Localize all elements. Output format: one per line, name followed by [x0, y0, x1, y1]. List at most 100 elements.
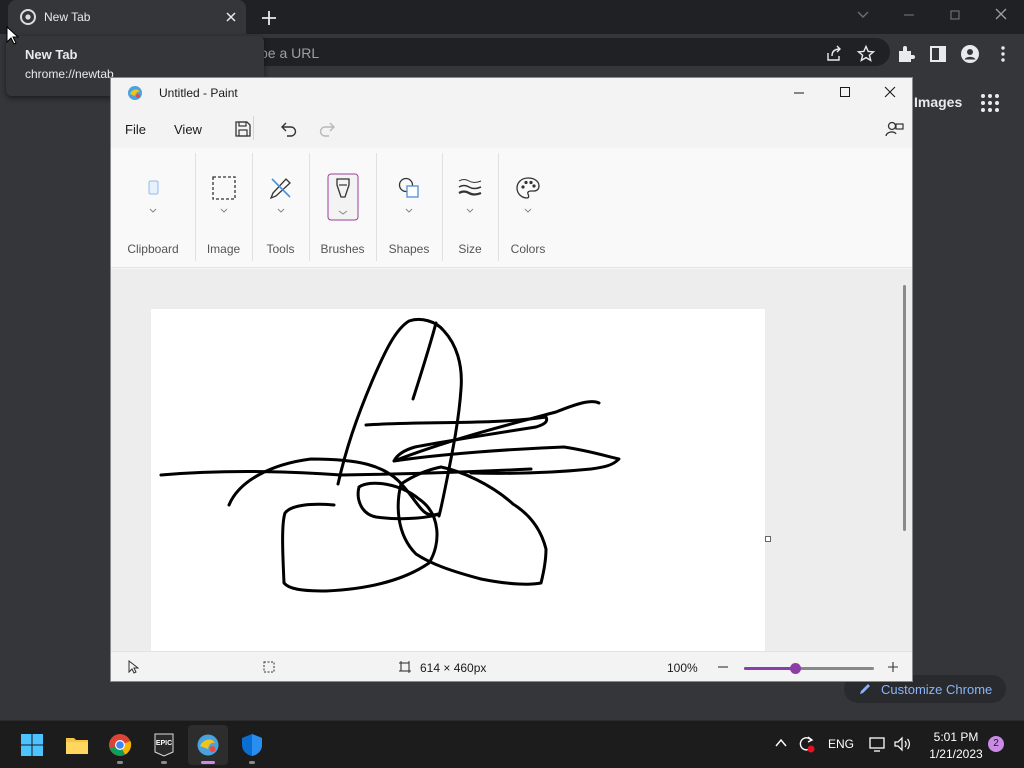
- chevron-down-icon: [219, 207, 229, 215]
- ribbon-group-tools[interactable]: Tools: [252, 149, 309, 268]
- share-icon[interactable]: [824, 44, 844, 64]
- windows-security-taskbar-button[interactable]: [232, 725, 272, 765]
- ribbon-group-brushes[interactable]: Brushes: [309, 149, 376, 268]
- minimize-icon[interactable]: [895, 4, 923, 26]
- ribbon-label-shapes: Shapes: [388, 242, 430, 256]
- close-tab-icon[interactable]: [222, 8, 240, 26]
- paint-window-title: Untitled - Paint: [159, 86, 238, 100]
- ribbon-group-image[interactable]: Image: [195, 149, 252, 268]
- chrome-tab-new-tab[interactable]: New Tab: [8, 0, 246, 34]
- account-settings-icon[interactable]: [883, 118, 905, 140]
- close-window-icon[interactable]: [987, 4, 1015, 26]
- redo-icon[interactable]: [317, 118, 339, 140]
- chevron-down-icon: [276, 207, 286, 215]
- zoom-percentage[interactable]: 100%: [667, 661, 698, 675]
- windows-taskbar: EPIC ENG 5:01 PM 1/21/2023: [0, 720, 1024, 768]
- volume-icon[interactable]: [893, 736, 911, 752]
- color-palette-icon: [515, 175, 541, 201]
- chrome-taskbar-button[interactable]: [100, 725, 140, 765]
- pencil-icon: [858, 682, 872, 696]
- running-indicator: [117, 761, 123, 764]
- epic-games-logo-icon: EPIC: [152, 733, 176, 757]
- notification-badge[interactable]: 2: [988, 736, 1004, 752]
- paint-maximize-button[interactable]: [822, 78, 868, 108]
- chrome-menu-kebab-icon[interactable]: [993, 44, 1013, 64]
- profile-avatar-icon[interactable]: [960, 44, 980, 64]
- canvas-drawing-strokes: [159, 317, 621, 593]
- google-images-link[interactable]: Images: [914, 94, 962, 110]
- chevron-down-icon: [148, 207, 158, 215]
- start-button[interactable]: [12, 725, 52, 765]
- ribbon-group-clipboard[interactable]: Clipboard: [111, 149, 195, 268]
- drawing-canvas[interactable]: [151, 309, 765, 651]
- view-menu[interactable]: View: [174, 122, 202, 137]
- chrome-logo-icon: [108, 733, 132, 757]
- shield-icon: [240, 733, 264, 757]
- active-indicator: [201, 761, 215, 764]
- running-indicator: [249, 761, 255, 764]
- new-tab-plus-icon[interactable]: [258, 7, 280, 29]
- canvas-size-text: 614 × 460px: [420, 661, 487, 675]
- tab-search-chevron-down-icon[interactable]: [849, 4, 877, 26]
- clipboard-icon: [140, 175, 166, 201]
- chevron-down-icon: [523, 207, 533, 215]
- ribbon-label-image: Image: [206, 242, 241, 256]
- select-rectangle-icon: [211, 175, 237, 201]
- taskbar-clock-date[interactable]: 1/21/2023: [920, 747, 992, 761]
- windows-logo-icon: [20, 733, 44, 757]
- file-menu[interactable]: File: [125, 122, 146, 137]
- tools-pencil-icon: [268, 175, 294, 201]
- paint-app-icon: [127, 85, 143, 101]
- paint-ribbon: Clipboard Image Tools Brushes Shapes Siz…: [111, 149, 912, 268]
- side-panel-icon[interactable]: [928, 44, 948, 64]
- ribbon-group-colors[interactable]: Colors: [498, 149, 558, 268]
- running-indicator: [161, 761, 167, 764]
- selection-size-icon: [262, 660, 276, 674]
- tooltip-title: New Tab: [25, 47, 78, 62]
- stroke-size-icon: [457, 175, 483, 201]
- paint-logo-icon: [196, 733, 220, 757]
- ribbon-label-brushes: Brushes: [320, 242, 365, 256]
- show-hidden-icons-chevron-up-icon[interactable]: [774, 737, 788, 749]
- file-explorer-taskbar-button[interactable]: [57, 725, 97, 765]
- zoom-slider-fill: [744, 667, 795, 670]
- paint-title-bar[interactable]: Untitled - Paint: [111, 78, 912, 108]
- network-icon[interactable]: [869, 736, 887, 752]
- zoom-slider-thumb[interactable]: [789, 663, 801, 674]
- epic-games-logo-text: EPIC: [156, 740, 172, 747]
- zoom-in-icon[interactable]: [887, 661, 899, 673]
- google-apps-grid-icon[interactable]: [980, 93, 1000, 113]
- chevron-down-icon: [465, 207, 475, 215]
- save-icon[interactable]: [232, 118, 254, 140]
- epic-games-taskbar-button[interactable]: EPIC: [144, 725, 184, 765]
- undo-icon[interactable]: [277, 118, 299, 140]
- zoom-out-icon[interactable]: [717, 661, 729, 673]
- tooltip-url: chrome://newtab: [25, 67, 114, 81]
- menu-separator: [253, 116, 254, 140]
- paint-status-bar: 614 × 460px 100%: [111, 651, 912, 681]
- paint-minimize-button[interactable]: [776, 78, 822, 108]
- restore-icon[interactable]: [941, 4, 969, 26]
- sync-update-icon[interactable]: [796, 734, 816, 754]
- paint-close-button[interactable]: [867, 78, 913, 108]
- bookmark-star-icon[interactable]: [856, 44, 876, 64]
- chrome-favicon-icon: [20, 9, 36, 25]
- chevron-down-icon: [404, 207, 414, 215]
- extensions-icon[interactable]: [896, 44, 916, 64]
- ribbon-group-size[interactable]: Size: [442, 149, 498, 268]
- ribbon-label-tools: Tools: [266, 242, 295, 256]
- folder-icon: [65, 733, 89, 757]
- ribbon-group-shapes[interactable]: Shapes: [376, 149, 442, 268]
- zoom-slider[interactable]: [744, 663, 874, 674]
- input-language[interactable]: ENG: [828, 737, 854, 751]
- cursor-position-icon: [127, 660, 139, 674]
- canvas-size-icon: [398, 660, 412, 674]
- paint-window: Untitled - Paint File View Clipboard Ima…: [110, 77, 913, 682]
- paint-taskbar-button[interactable]: [188, 725, 228, 765]
- ribbon-label-clipboard: Clipboard: [127, 242, 179, 256]
- taskbar-clock-time[interactable]: 5:01 PM: [920, 730, 992, 744]
- paint-menu-bar: File View: [111, 108, 912, 148]
- vertical-scrollbar[interactable]: [903, 285, 906, 531]
- ribbon-label-size: Size: [458, 242, 482, 256]
- canvas-resize-handle[interactable]: [765, 536, 771, 542]
